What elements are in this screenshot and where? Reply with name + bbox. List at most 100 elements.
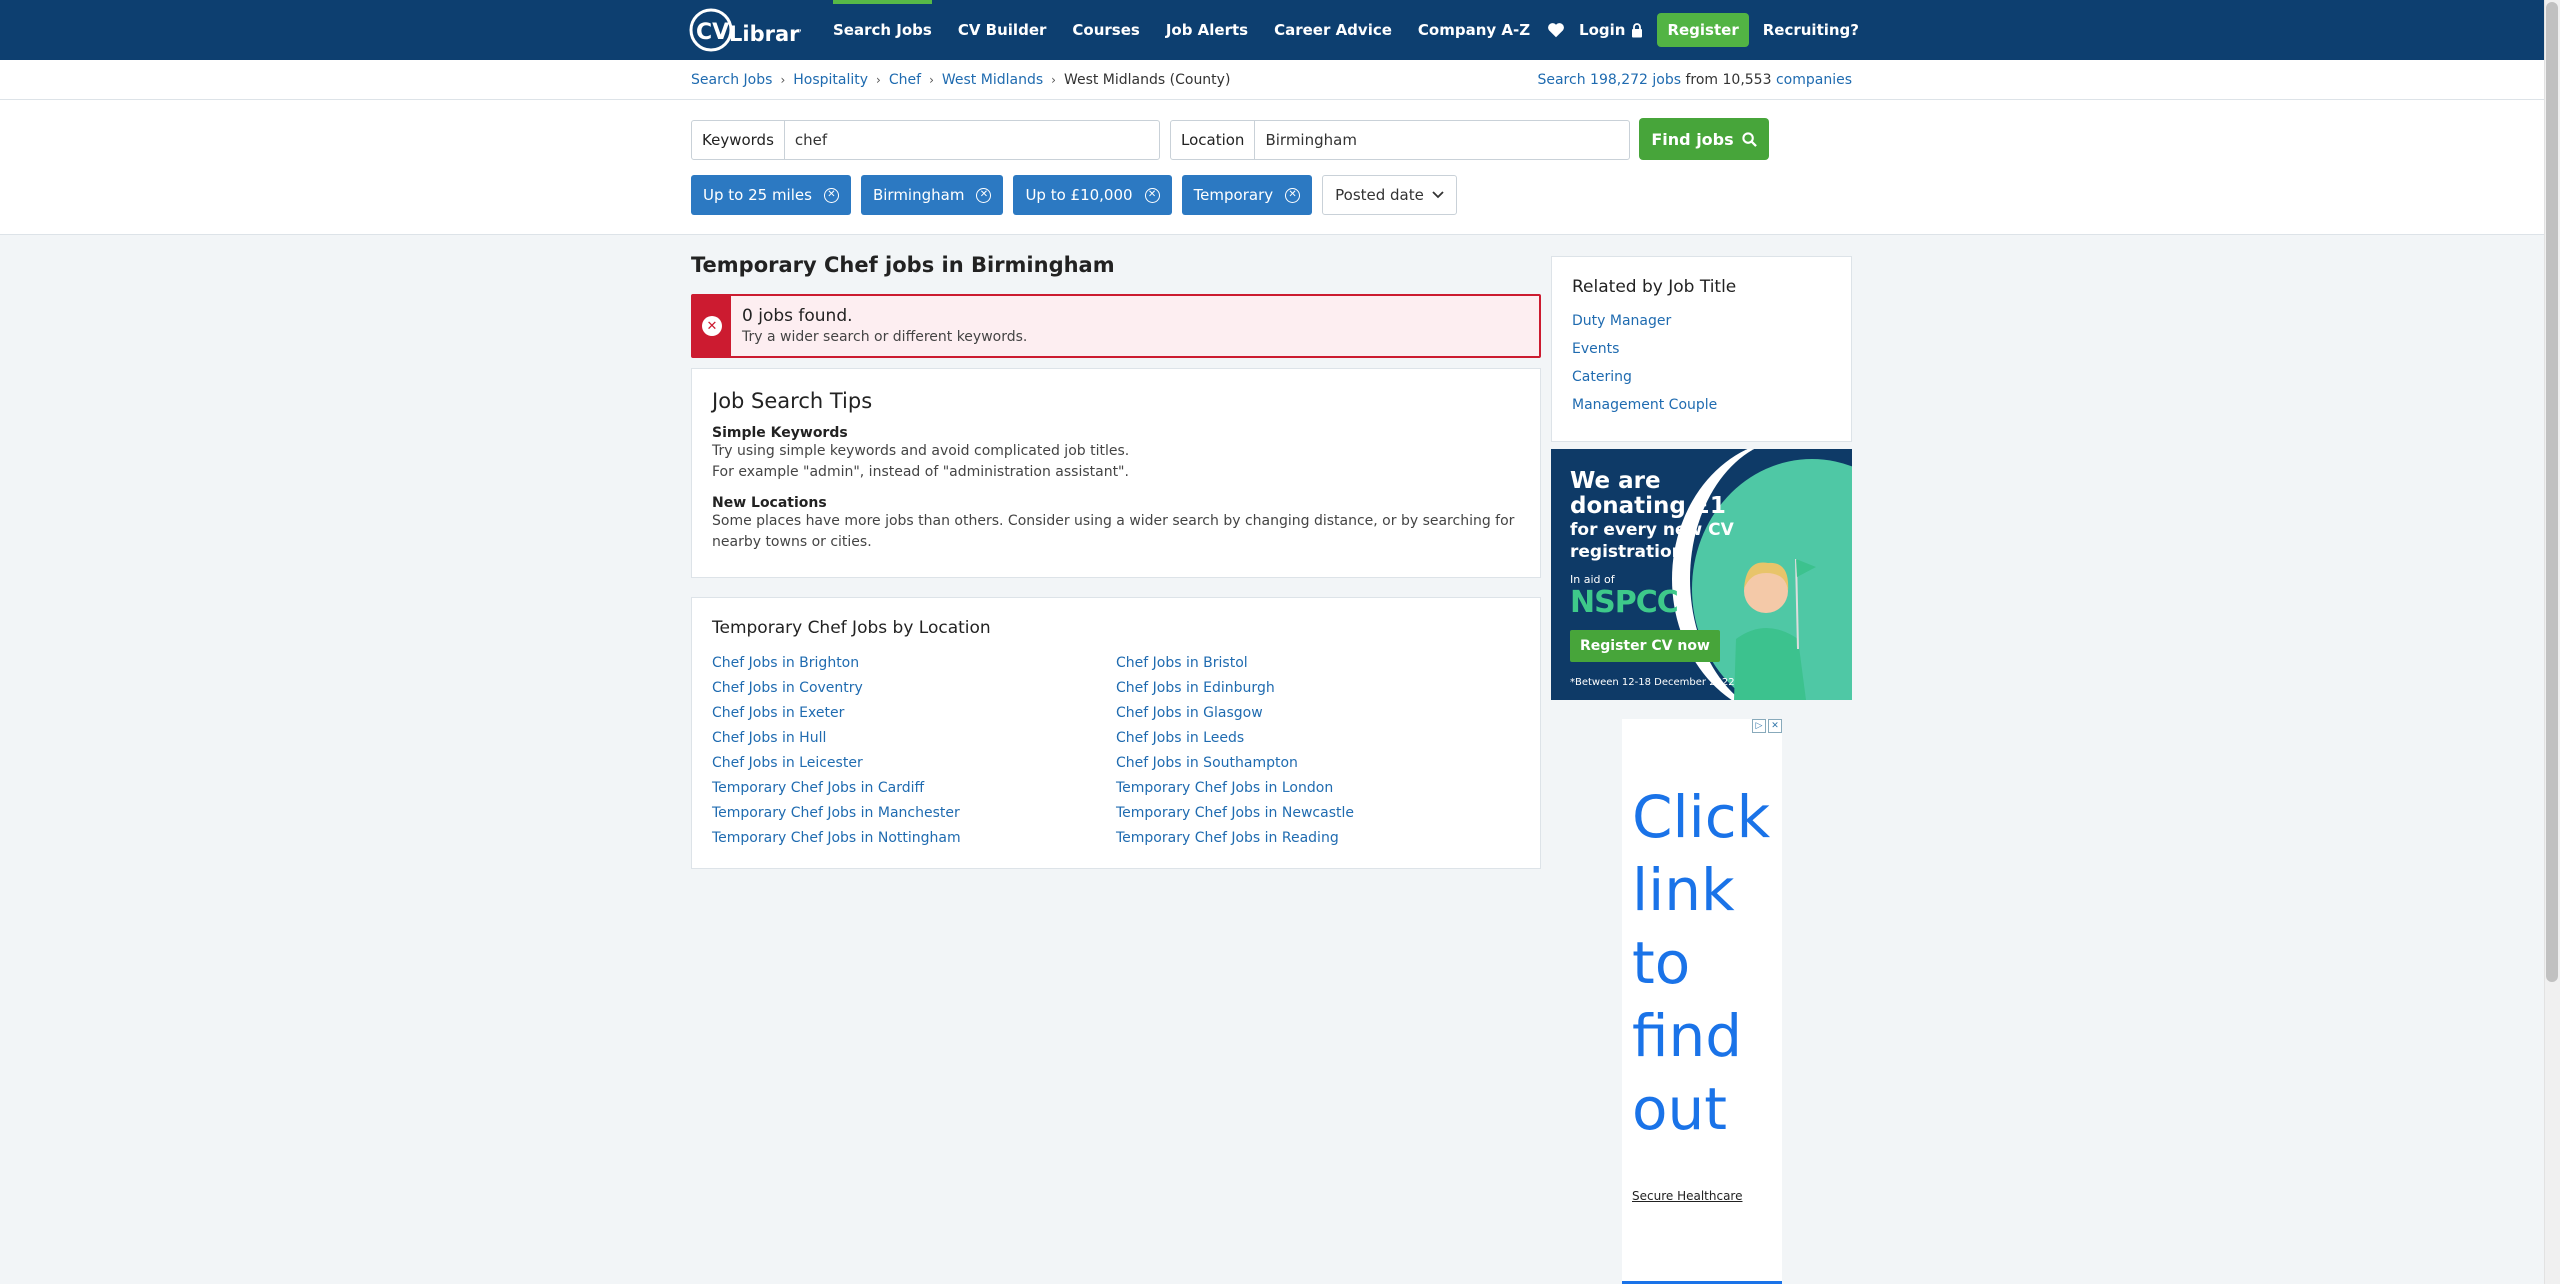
ad-word: link [1632, 856, 1735, 924]
filter-chip-job-type[interactable]: Temporary ✕ [1181, 175, 1313, 215]
scrollbar-thumb[interactable] [2546, 2, 2558, 982]
tips-text: Some places have more jobs than others. … [712, 513, 1515, 550]
filter-chip-salary[interactable]: Up to £10,000 ✕ [1013, 175, 1172, 215]
related-link[interactable]: Management Couple [1572, 391, 1831, 419]
breadcrumb-west-midlands[interactable]: West Midlands [942, 72, 1043, 88]
ad-choices[interactable]: ▷ ✕ [1752, 719, 1782, 733]
location-links: Chef Jobs in Brighton Chef Jobs in Brist… [712, 654, 1520, 847]
location-link[interactable]: Chef Jobs in Edinburgh [1116, 679, 1520, 697]
no-results-alert: ✕ 0 jobs found. Try a wider search or di… [691, 294, 1541, 358]
nav-job-alerts[interactable]: Job Alerts [1153, 0, 1261, 60]
related-link[interactable]: Duty Manager [1572, 307, 1831, 335]
location-link[interactable]: Temporary Chef Jobs in Cardiff [712, 779, 1116, 797]
sort-dropdown[interactable]: Posted date [1322, 175, 1457, 215]
filter-chip-label: Birmingham [872, 186, 965, 204]
location-link[interactable]: Temporary Chef Jobs in Manchester [712, 804, 1116, 822]
alert-subtitle: Try a wider search or different keywords… [742, 329, 1028, 345]
alert-sidebar: ✕ [693, 296, 731, 356]
ad-fine-print: *Between 12-18 December 2022 [1570, 677, 1735, 688]
ad-line: We are [1570, 468, 1661, 494]
location-link[interactable]: Chef Jobs in Leeds [1116, 729, 1520, 747]
chevron-right-icon: › [929, 73, 934, 87]
ad-word: Click [1632, 783, 1771, 851]
location-link[interactable]: Temporary Chef Jobs in Nottingham [712, 829, 1116, 847]
breadcrumb-current: West Midlands (County) [1063, 72, 1231, 88]
location-label: Location [1171, 121, 1256, 159]
breadcrumb-search-jobs[interactable]: Search Jobs [691, 72, 772, 88]
job-search-tips: Job Search Tips Simple Keywords Try usin… [691, 368, 1541, 578]
find-jobs-label: Find jobs [1651, 129, 1734, 149]
recruiting-link[interactable]: Recruiting? [1763, 21, 1859, 39]
sort-label: Posted date [1335, 186, 1424, 204]
breadcrumb-chef[interactable]: Chef [889, 72, 921, 88]
filter-chip-label: Temporary [1193, 186, 1274, 204]
keywords-label: Keywords [692, 121, 785, 159]
location-link[interactable]: Chef Jobs in Bristol [1116, 654, 1520, 672]
keywords-input[interactable] [784, 121, 1159, 159]
ad-line: for every new CV [1570, 520, 1734, 540]
ad-word: find [1632, 1002, 1743, 1070]
location-input[interactable] [1255, 121, 1629, 159]
location-link[interactable]: Chef Jobs in Southampton [1116, 754, 1520, 772]
breadcrumb-hospitality[interactable]: Hospitality [793, 72, 868, 88]
cv-library-logo[interactable]: CV Library [689, 8, 801, 52]
healthcare-ad[interactable]: ▷ ✕ Click link to find out Secure Health… [1622, 719, 1782, 1284]
location-link[interactable]: Chef Jobs in Hull [712, 729, 1116, 747]
location-link[interactable]: Chef Jobs in Exeter [712, 704, 1116, 722]
location-field: Location [1170, 120, 1630, 160]
nspcc-ad-banner[interactable]: We are donating £1 for every new CV regi… [1551, 449, 1852, 700]
location-link[interactable]: Temporary Chef Jobs in Newcastle [1116, 804, 1520, 822]
tips-title: Job Search Tips [712, 389, 873, 413]
top-navigation-bar: CV Library Search Jobs CV Builder Course… [0, 0, 2544, 60]
find-jobs-button[interactable]: Find jobs [1639, 118, 1769, 160]
location-link[interactable]: Temporary Chef Jobs in London [1116, 779, 1520, 797]
close-icon[interactable]: ✕ [976, 187, 992, 203]
alert-title: 0 jobs found. [742, 306, 853, 326]
search-prefix: Search [1537, 72, 1586, 88]
search-count: Search 198,272 jobs from 10,553 companie… [1537, 60, 1852, 100]
location-link[interactable]: Temporary Chef Jobs in Reading [1116, 829, 1520, 847]
login-link[interactable]: Login [1579, 21, 1643, 39]
ad-info-icon[interactable]: ▷ [1752, 719, 1766, 733]
location-link[interactable]: Chef Jobs in Leicester [712, 754, 1116, 772]
filter-chip-distance[interactable]: Up to 25 miles ✕ [691, 175, 851, 215]
companies-link[interactable]: companies [1776, 72, 1852, 88]
error-icon: ✕ [702, 316, 722, 336]
nav-company-a-z[interactable]: Company A-Z [1405, 0, 1543, 60]
locations-title: Temporary Chef Jobs by Location [712, 618, 991, 638]
jobs-count-link[interactable]: 198,272 jobs [1590, 72, 1681, 88]
nav-courses[interactable]: Courses [1059, 0, 1152, 60]
tips-heading-locations: New Locations [712, 495, 827, 511]
breadcrumb: Search Jobs › Hospitality › Chef › West … [691, 60, 1230, 100]
register-cv-button[interactable]: Register CV now [1570, 630, 1720, 662]
location-link[interactable]: Chef Jobs in Glasgow [1116, 704, 1520, 722]
chevron-right-icon: › [780, 73, 786, 87]
chevron-right-icon: › [876, 73, 881, 87]
related-job-titles: Related by Job Title Duty Manager Events… [1551, 256, 1852, 442]
chevron-down-icon [1432, 191, 1444, 199]
chevron-right-icon: › [1051, 73, 1056, 87]
related-link[interactable]: Catering [1572, 363, 1831, 391]
location-link[interactable]: Chef Jobs in Brighton [712, 654, 1116, 672]
nav-cv-builder[interactable]: CV Builder [945, 0, 1060, 60]
register-button[interactable]: Register [1657, 13, 1749, 47]
ad-headline: Click link to find out [1632, 781, 1770, 1146]
close-icon[interactable]: ✕ [1144, 187, 1160, 203]
login-label: Login [1579, 21, 1626, 39]
nav-career-advice[interactable]: Career Advice [1261, 0, 1405, 60]
svg-text:Library: Library [729, 22, 801, 46]
svg-text:CV: CV [696, 20, 729, 45]
related-link[interactable]: Events [1572, 335, 1831, 363]
breadcrumb-bar: Search Jobs › Hospitality › Chef › West … [0, 60, 2544, 100]
location-link[interactable]: Chef Jobs in Coventry [712, 679, 1116, 697]
keywords-field: Keywords [691, 120, 1160, 160]
nav-search-jobs[interactable]: Search Jobs [820, 0, 945, 60]
filter-chip-location[interactable]: Birmingham ✕ [860, 175, 1004, 215]
from-text: from 10,553 [1685, 72, 1772, 88]
heart-icon[interactable] [1547, 22, 1565, 38]
active-filters: Up to 25 miles ✕ Birmingham ✕ Up to £10,… [691, 175, 1457, 215]
close-icon[interactable]: ✕ [1285, 187, 1301, 203]
close-icon[interactable]: ✕ [1768, 719, 1782, 733]
ad-brand[interactable]: Secure Healthcare [1632, 1189, 1742, 1203]
close-icon[interactable]: ✕ [823, 187, 839, 203]
